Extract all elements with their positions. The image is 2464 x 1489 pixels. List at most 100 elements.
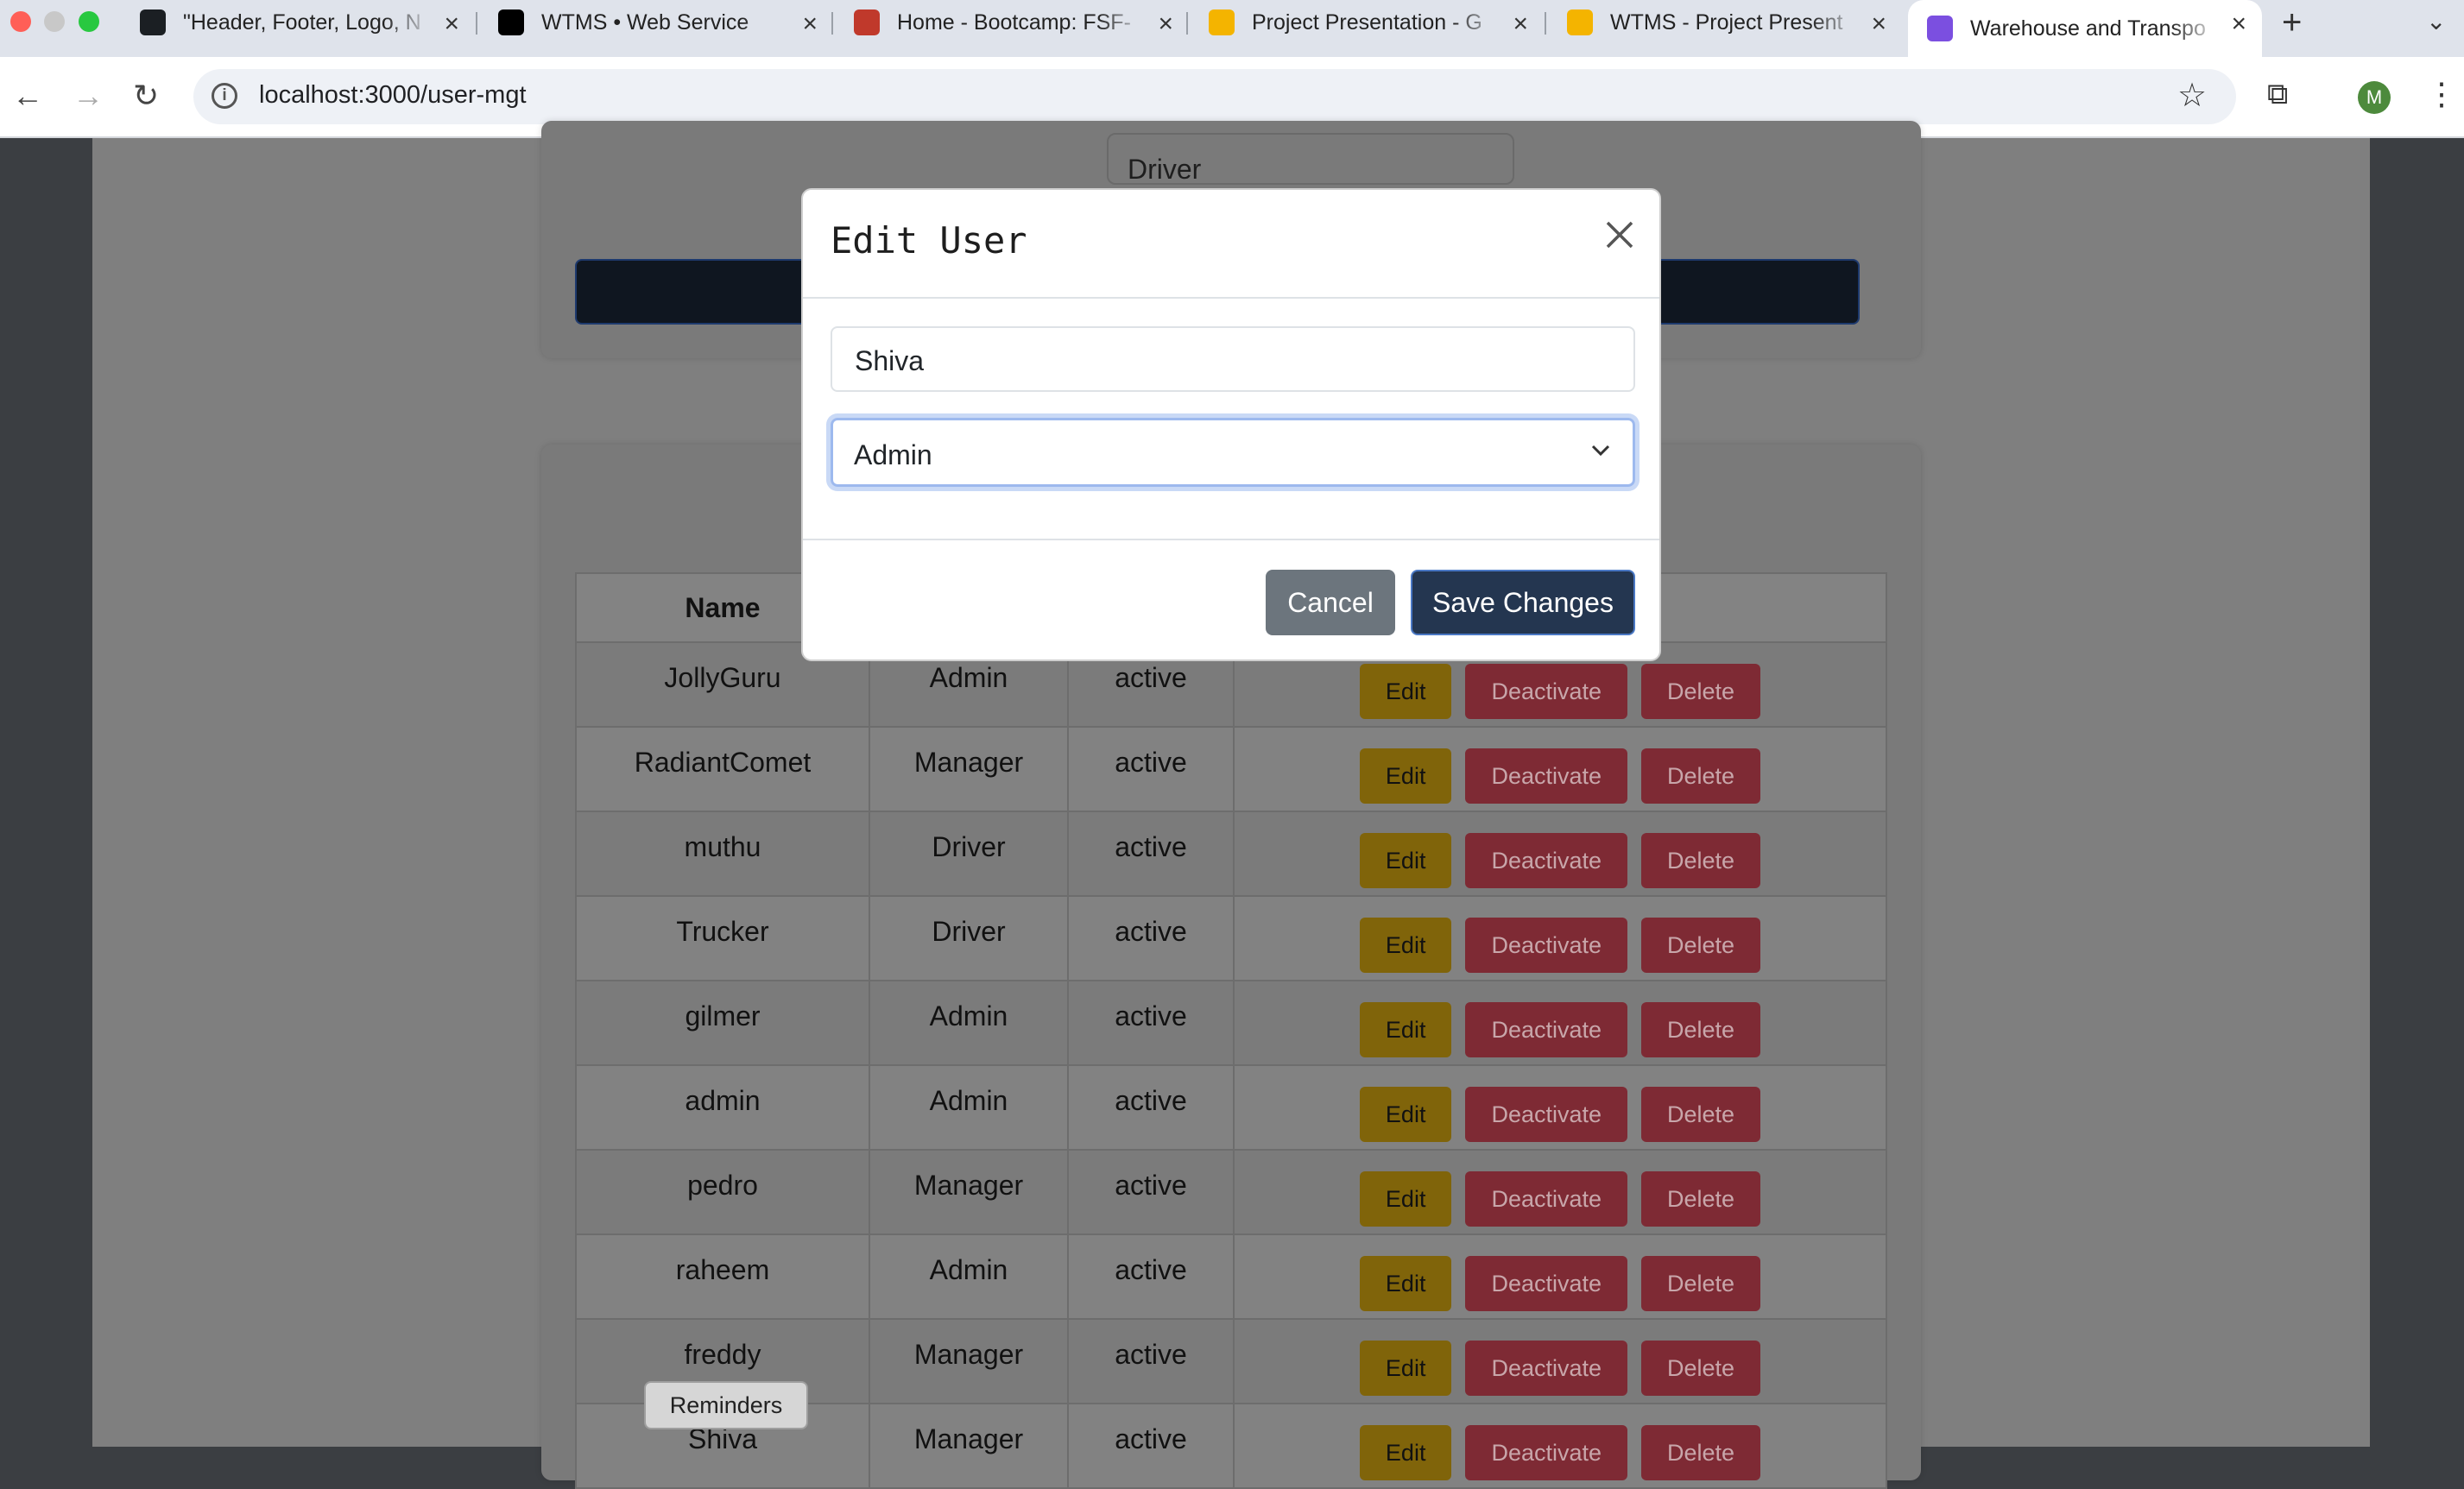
table-row: Trucker Driver active Edit Deactivate Delete <box>575 895 1887 981</box>
cell-role: Admin <box>869 1064 1069 1151</box>
deactivate-button[interactable]: Deactivate <box>1465 748 1628 804</box>
deactivate-button[interactable]: Deactivate <box>1465 918 1628 973</box>
save-changes-button[interactable]: Save Changes <box>1411 570 1635 635</box>
edit-button[interactable]: Edit <box>1359 1341 1452 1396</box>
modal-footer-divider <box>803 539 1659 540</box>
deactivate-button[interactable]: Deactivate <box>1465 1425 1628 1480</box>
browser-tab-3[interactable]: Home - Bootcamp: FSF- × <box>835 0 1189 45</box>
maximize-window-button[interactable] <box>79 11 99 32</box>
extensions-icon[interactable]: ⧉ <box>2267 78 2288 111</box>
browser-tab-4[interactable]: Project Presentation - G × <box>1190 0 1544 45</box>
cell-status: active <box>1067 1233 1235 1320</box>
edit-button[interactable]: Edit <box>1359 1002 1452 1057</box>
users-table: Name JollyGuru Admin active Edit Deactivate D… <box>575 572 1887 1489</box>
tab-title: Home - Bootcamp: FSF- <box>897 9 1131 35</box>
close-tab-icon[interactable]: × <box>1513 9 1528 39</box>
close-window-button[interactable] <box>10 11 31 32</box>
browser-tab-bar: "Header, Footer, Logo, N × WTMS • Web Serv… <box>0 0 2464 57</box>
forward-icon[interactable]: → <box>73 78 104 114</box>
browser-menu-icon[interactable]: ⋮ <box>2426 76 2457 112</box>
close-tab-icon[interactable]: × <box>1158 9 1173 39</box>
delete-button[interactable]: Delete <box>1641 1171 1761 1227</box>
tab-separator <box>476 12 477 35</box>
delete-button[interactable]: Delete <box>1641 1256 1761 1311</box>
close-tab-icon[interactable]: × <box>444 9 459 39</box>
github-icon <box>140 9 166 35</box>
table-row: RadiantComet Manager active Edit Deactivate D… <box>575 726 1887 812</box>
browser-tab-1[interactable]: "Header, Footer, Logo, N × <box>121 0 475 45</box>
modal-header-divider <box>803 297 1659 299</box>
table-row: muthu Driver active Edit Deactivate Delete <box>575 811 1887 897</box>
deactivate-button[interactable]: Deactivate <box>1465 1171 1628 1227</box>
deactivate-button[interactable]: Deactivate <box>1465 1256 1628 1311</box>
cancel-button[interactable]: Cancel <box>1266 570 1395 635</box>
role-select[interactable]: Admin <box>831 418 1635 487</box>
cell-actions: Edit Deactivate Delete <box>1233 811 1887 897</box>
deactivate-button[interactable]: Deactivate <box>1465 1087 1628 1142</box>
deactivate-button[interactable]: Deactivate <box>1465 1002 1628 1057</box>
deactivate-button[interactable]: Deactivate <box>1465 664 1628 719</box>
back-icon[interactable]: ← <box>12 78 43 114</box>
cell-role: Manager <box>869 1403 1069 1489</box>
cell-role: Driver <box>869 895 1069 981</box>
bookmark-star-icon[interactable]: ☆ <box>2177 76 2207 115</box>
browser-tab-6[interactable]: Warehouse and Transpo × <box>1908 0 2262 57</box>
cell-actions: Edit Deactivate Delete <box>1233 1149 1887 1235</box>
url-text[interactable]: localhost:3000/user-mgt <box>259 81 527 110</box>
delete-button[interactable]: Delete <box>1641 1002 1761 1057</box>
table-row: pedro Manager active Edit Deactivate Delete <box>575 1149 1887 1235</box>
cell-status: active <box>1067 1064 1235 1151</box>
cell-name: admin <box>575 1064 870 1151</box>
edit-button[interactable]: Edit <box>1359 833 1452 888</box>
name-input[interactable]: Shiva <box>831 326 1635 392</box>
table-row: admin Admin active Edit Deactivate Delete <box>575 1064 1887 1151</box>
edit-button[interactable]: Edit <box>1359 1425 1452 1480</box>
reload-icon[interactable]: ↻ <box>133 78 159 114</box>
tab-title: "Header, Footer, Logo, N <box>183 9 421 35</box>
reminders-tooltip[interactable]: Reminders <box>644 1381 808 1429</box>
cell-name: gilmer <box>575 980 870 1066</box>
cell-name: Trucker <box>575 895 870 981</box>
edit-button[interactable]: Edit <box>1359 918 1452 973</box>
new-tab-button[interactable]: + <box>2282 3 2302 42</box>
edit-button[interactable]: Edit <box>1359 1256 1452 1311</box>
cell-status: active <box>1067 1318 1235 1404</box>
cell-role: Manager <box>869 726 1069 812</box>
edit-button[interactable]: Edit <box>1359 1171 1452 1227</box>
delete-button[interactable]: Delete <box>1641 748 1761 804</box>
delete-button[interactable]: Delete <box>1641 1425 1761 1480</box>
profile-avatar[interactable]: M <box>2358 81 2391 114</box>
edit-button[interactable]: Edit <box>1359 1087 1452 1142</box>
role-filter-value: Driver <box>1128 154 1202 185</box>
close-tab-icon[interactable]: × <box>802 9 818 39</box>
role-filter-select[interactable]: Driver <box>1107 133 1514 185</box>
render-icon <box>498 9 524 35</box>
edit-button[interactable]: Edit <box>1359 664 1452 719</box>
chevron-down-icon <box>1591 445 1610 457</box>
browser-tab-5[interactable]: WTMS - Project Present × <box>1548 0 1902 45</box>
browser-tab-2[interactable]: WTMS • Web Service × <box>479 0 833 45</box>
cell-status: active <box>1067 980 1235 1066</box>
cell-status: active <box>1067 1149 1235 1235</box>
deactivate-button[interactable]: Deactivate <box>1465 833 1628 888</box>
edit-button[interactable]: Edit <box>1359 748 1452 804</box>
site-info-icon[interactable]: i <box>212 83 237 109</box>
delete-button[interactable]: Delete <box>1641 833 1761 888</box>
vite-icon <box>1927 16 1953 41</box>
delete-button[interactable]: Delete <box>1641 1341 1761 1396</box>
delete-button[interactable]: Delete <box>1641 664 1761 719</box>
delete-button[interactable]: Delete <box>1641 1087 1761 1142</box>
tab-search-icon[interactable]: ⌄ <box>2426 7 2446 35</box>
minimize-window-button[interactable] <box>44 11 65 32</box>
close-tab-icon[interactable]: × <box>1871 9 1886 39</box>
cell-status: active <box>1067 895 1235 981</box>
delete-button[interactable]: Delete <box>1641 918 1761 973</box>
cell-role: Admin <box>869 980 1069 1066</box>
close-icon[interactable] <box>1601 216 1639 254</box>
slides-icon <box>1567 9 1593 35</box>
close-tab-icon[interactable]: × <box>2231 9 2246 39</box>
cell-role: Admin <box>869 1233 1069 1320</box>
role-select-value: Admin <box>854 439 932 470</box>
cell-actions: Edit Deactivate Delete <box>1233 980 1887 1066</box>
deactivate-button[interactable]: Deactivate <box>1465 1341 1628 1396</box>
